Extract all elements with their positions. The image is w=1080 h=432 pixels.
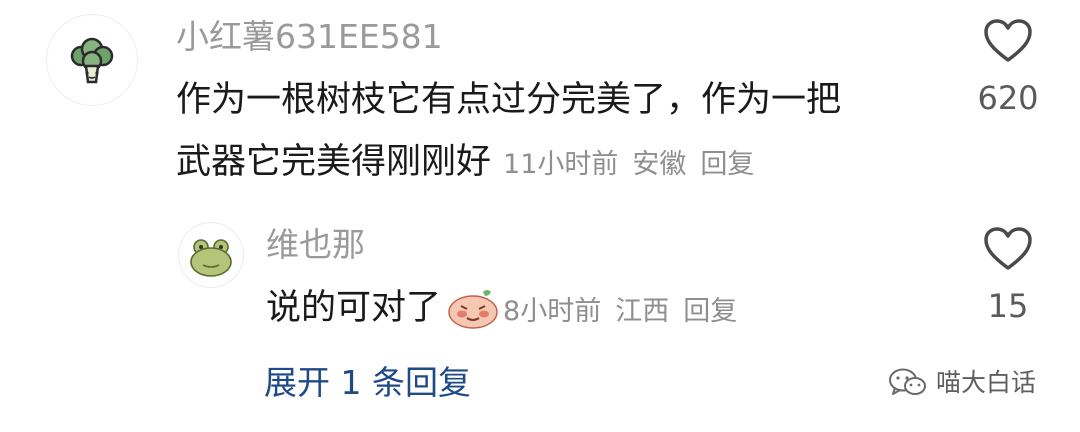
comment-time: 11小时前 [503,149,619,180]
expand-replies-link[interactable]: 展开 1 条回复 [264,360,471,406]
watermark: 喵大白话 [888,365,1036,401]
reply-location: 江西 [615,295,670,327]
comment-text-line-2-row: 武器它完美得刚刚好 11小时前 安徽 回复 [176,138,754,186]
reply-text-row: 说的可对了 8小时前 江西 回复 [266,284,737,332]
reply-username[interactable]: 维也那 [266,222,365,268]
reply-avatar[interactable] [178,222,244,288]
reply-time: 8小时前 [503,295,602,327]
reply-reply-button[interactable]: 回复 [683,289,737,328]
comment-location: 安徽 [632,149,687,180]
comment-text-line-2: 武器它完美得刚刚好 [176,142,492,182]
watermark-text: 喵大白话 [936,368,1037,397]
comment-avatar[interactable] [46,14,138,106]
reply-like-heart-icon[interactable] [983,226,1033,272]
like-count: 620 [977,79,1039,117]
comment-username[interactable]: 小红薯631EE581 [176,14,443,60]
blushing-face-emoji-icon [448,290,498,329]
wechat-icon [889,368,926,395]
reply-text: 说的可对了 [266,288,442,328]
comment-text-line-1: 作为一根树枝它有点过分完美了，作为一把 [176,80,842,120]
like-heart-icon[interactable] [983,18,1033,64]
reply-button[interactable]: 回复 [700,142,754,181]
reply-like-count: 15 [987,287,1029,325]
broccoli-icon [70,37,114,84]
frog-icon [190,239,232,277]
